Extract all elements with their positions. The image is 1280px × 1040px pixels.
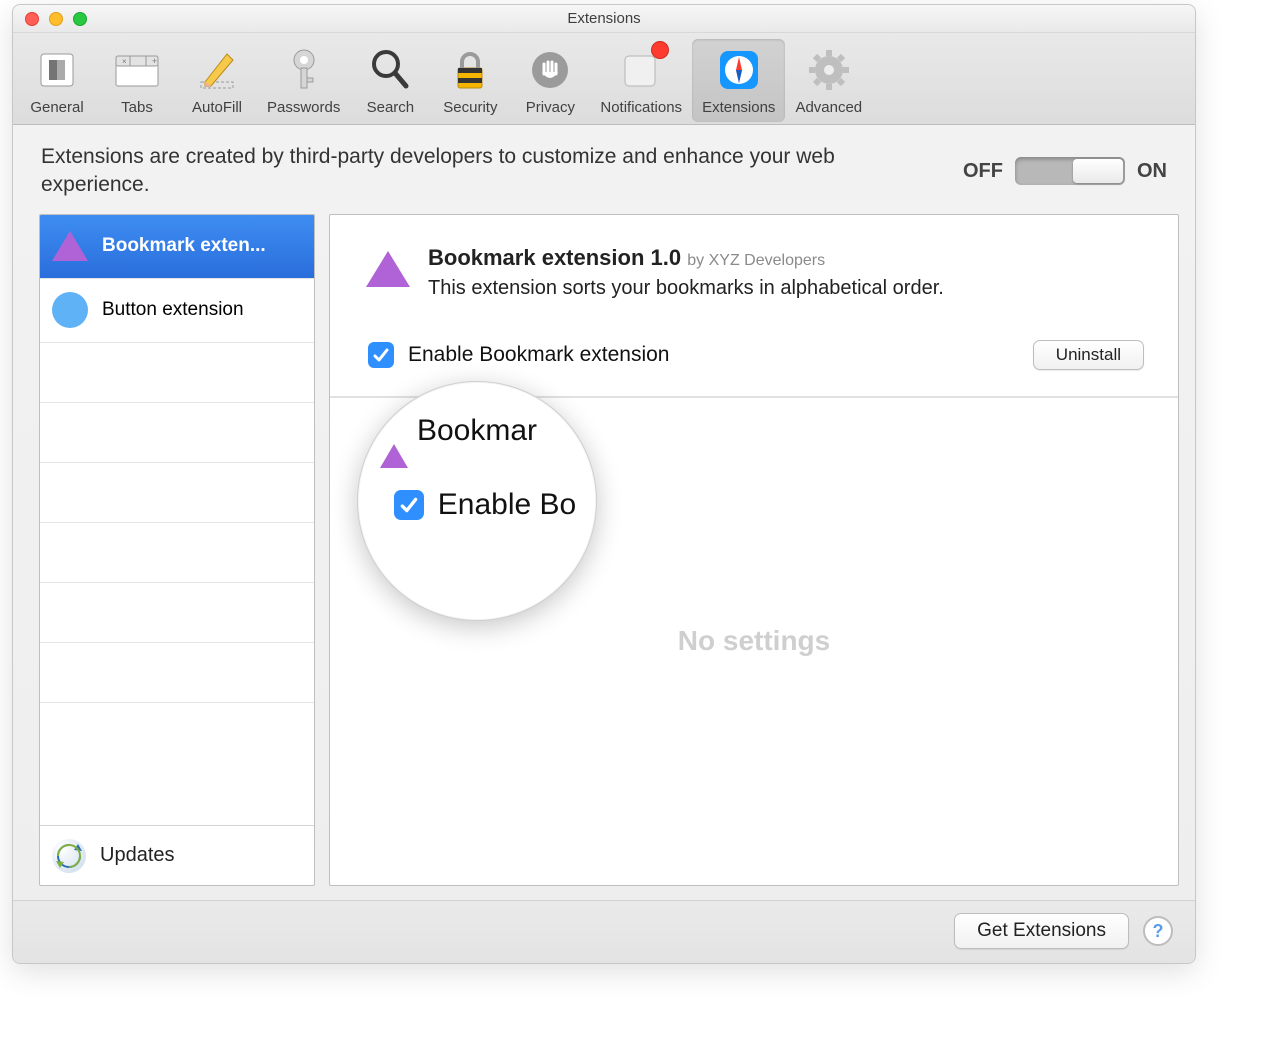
preferences-window: Extensions General × +	[12, 4, 1196, 964]
pencil-icon	[187, 43, 247, 97]
sidebar-item-label: Button extension	[102, 299, 244, 321]
extension-title: Bookmark extension 1.0	[428, 245, 681, 270]
switch-icon	[27, 43, 87, 97]
get-extensions-button[interactable]: Get Extensions	[954, 913, 1129, 949]
extension-detail-panel: Bookmark extension 1.0 by XYZ Developers…	[329, 214, 1179, 886]
panels: Bookmark exten... Button extension	[13, 214, 1195, 900]
extension-meta: Bookmark extension 1.0 by XYZ Developers…	[428, 245, 1152, 300]
toggle-knob	[1073, 159, 1123, 183]
toolbar-security[interactable]: Security	[430, 39, 510, 122]
toolbar-label: Notifications	[600, 99, 682, 116]
uninstall-button[interactable]: Uninstall	[1033, 340, 1144, 370]
notifications-icon	[611, 43, 671, 97]
toolbar-label: Security	[443, 99, 497, 116]
toolbar-search[interactable]: Search	[350, 39, 430, 122]
toolbar-label: Tabs	[121, 99, 153, 116]
list-item	[40, 463, 314, 523]
toolbar-label: Extensions	[702, 99, 775, 116]
tabs-icon: × +	[107, 43, 167, 97]
titlebar: Extensions	[13, 5, 1195, 33]
intro-row: Extensions are created by third-party de…	[13, 125, 1195, 214]
extensions-master-toggle-group: OFF ON	[963, 157, 1167, 185]
triangle-icon	[52, 231, 88, 261]
extensions-list: Bookmark exten... Button extension	[40, 215, 314, 825]
list-item	[40, 643, 314, 703]
toolbar-label: Search	[367, 99, 415, 116]
extension-developer: XYZ Developers	[709, 252, 826, 269]
gear-icon	[799, 43, 859, 97]
settings-area: No settings	[330, 398, 1178, 885]
key-icon	[274, 43, 334, 97]
toolbar-label: Privacy	[526, 99, 575, 116]
list-item	[40, 583, 314, 643]
toolbar-passwords[interactable]: Passwords	[257, 39, 350, 122]
enable-checkbox[interactable]	[368, 342, 394, 368]
sidebar-item-button-extension[interactable]: Button extension	[40, 279, 314, 343]
toolbar-general[interactable]: General	[17, 39, 97, 122]
enable-left: Enable Bookmark extension	[368, 342, 670, 368]
toolbar-extensions[interactable]: Extensions	[692, 39, 785, 122]
window-title: Extensions	[13, 10, 1195, 27]
updates-icon	[52, 839, 86, 873]
preferences-toolbar: General × + Tabs	[13, 33, 1195, 125]
search-icon	[360, 43, 420, 97]
toolbar-autofill[interactable]: AutoFill	[177, 39, 257, 122]
list-item	[40, 523, 314, 583]
help-button[interactable]: ?	[1143, 916, 1173, 946]
detail-header: Bookmark extension 1.0 by XYZ Developers…	[330, 215, 1178, 312]
updates-label: Updates	[100, 844, 175, 867]
content-area: Extensions are created by third-party de…	[13, 125, 1195, 963]
sidebar-updates[interactable]: Updates	[40, 825, 314, 885]
toolbar-label: Advanced	[795, 99, 862, 116]
no-settings-label: No settings	[678, 625, 830, 657]
toolbar-advanced[interactable]: Advanced	[785, 39, 872, 122]
svg-text:×: ×	[122, 57, 127, 66]
toolbar-label: General	[30, 99, 83, 116]
footer: Get Extensions ?	[13, 900, 1195, 963]
sidebar-item-label: Bookmark exten...	[102, 235, 266, 257]
toolbar-privacy[interactable]: Privacy	[510, 39, 590, 122]
circle-icon	[52, 292, 88, 328]
by-prefix: by	[687, 252, 704, 269]
lock-icon	[440, 43, 500, 97]
hand-icon	[520, 43, 580, 97]
toolbar-label: Passwords	[267, 99, 340, 116]
list-item	[40, 403, 314, 463]
enable-label: Enable Bookmark extension	[408, 343, 670, 367]
svg-text:+: +	[152, 56, 157, 66]
toolbar-notifications[interactable]: Notifications	[590, 39, 692, 122]
notification-badge-icon	[651, 41, 669, 59]
toolbar-label: AutoFill	[192, 99, 242, 116]
toggle-off-label: OFF	[963, 160, 1003, 183]
toggle-on-label: ON	[1137, 160, 1167, 183]
list-item	[40, 703, 314, 763]
intro-text: Extensions are created by third-party de…	[41, 143, 841, 200]
extension-title-line: Bookmark extension 1.0 by XYZ Developers	[428, 245, 1152, 271]
list-item	[40, 343, 314, 403]
enable-row: Enable Bookmark extension Uninstall	[330, 312, 1178, 398]
extension-description: This extension sorts your bookmarks in a…	[428, 277, 1152, 300]
sidebar-item-bookmark-extension[interactable]: Bookmark exten...	[40, 215, 314, 279]
extensions-master-toggle[interactable]	[1015, 157, 1125, 185]
extensions-sidebar: Bookmark exten... Button extension	[39, 214, 315, 886]
toolbar-tabs[interactable]: × + Tabs	[97, 39, 177, 122]
extension-icon	[366, 251, 410, 287]
compass-icon	[709, 43, 769, 97]
